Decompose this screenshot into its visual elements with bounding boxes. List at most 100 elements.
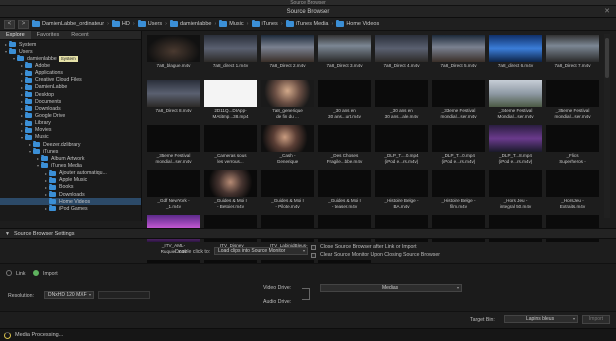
double-click-dropdown[interactable]: Load clips into Source Monitor ▾	[214, 247, 308, 255]
tree-item[interactable]: ▸ Adobe	[0, 62, 141, 69]
scrollbar-thumb[interactable]	[605, 38, 609, 78]
clip-thumbnail[interactable]	[204, 125, 257, 152]
breadcrumb-item[interactable]: HD	[122, 21, 130, 27]
clip-thumbnail[interactable]	[318, 170, 371, 197]
link-radio[interactable]	[6, 270, 12, 276]
clip-thumbnail[interactable]	[261, 35, 314, 62]
tree-item[interactable]: ▸ Ajouter automatiqu...	[0, 169, 141, 177]
media-clip-tile[interactable]: _Des Choses Fragile...bbe.m4v	[316, 124, 373, 169]
media-clip-tile[interactable]: _33eme Festival mondial...ser.m4v	[430, 79, 487, 124]
clip-thumbnail[interactable]	[204, 80, 257, 107]
tree-item[interactable]: ▸ Apple Music	[0, 176, 141, 184]
media-clip-tile[interactable]: _Gdf NewYork - _1.m4v	[145, 169, 202, 214]
target-bin-dropdown[interactable]: Lapins bleus ▾	[504, 315, 578, 323]
clip-thumbnail[interactable]	[375, 125, 428, 152]
media-clip-tile[interactable]: _DLP_T...0.mp4 (iPod e...rs.m4v)	[430, 124, 487, 169]
video-drive-dropdown[interactable]: Medias ▾	[320, 284, 462, 292]
media-clip-tile[interactable]: _Hors Jeu - integral 50.m4v	[487, 169, 544, 214]
clip-thumbnail[interactable]	[432, 80, 485, 107]
clip-thumbnail[interactable]	[375, 80, 428, 107]
media-clip-tile[interactable]: _Cameras sous les verrous...	[202, 124, 259, 169]
clip-thumbnail[interactable]	[147, 80, 200, 107]
clip-thumbnail[interactable]	[318, 125, 371, 152]
tree-item[interactable]: ▸ Downloads	[0, 191, 141, 198]
clip-thumbnail[interactable]	[489, 80, 542, 107]
tree-item[interactable]: ▸ Deezer.dzlibrary	[0, 141, 141, 148]
settings-header[interactable]: ▼ Source Browser Settings	[0, 228, 616, 239]
breadcrumb-item[interactable]: DamienLabbe_ordinateur	[42, 21, 104, 27]
tree-item[interactable]: ▸ Library	[0, 119, 141, 127]
close-after-link-checkbox[interactable]	[311, 245, 316, 250]
media-clip-tile[interactable]: _Flics Superheros -	[544, 124, 601, 169]
clear-monitor-checkbox[interactable]	[311, 253, 316, 258]
tree-item[interactable]: ▸ Documents	[0, 98, 141, 105]
clip-thumbnail[interactable]	[261, 125, 314, 152]
tab-favorites[interactable]: Favorites	[31, 31, 66, 39]
tree-item[interactable]: ▸ iPod Games	[0, 205, 141, 212]
tree-item[interactable]: ▸ DamienLabbe	[0, 83, 141, 91]
clip-thumbnail[interactable]	[318, 80, 371, 107]
media-clip-tile[interactable]: _Guides & Moi I - teaser.m4v	[316, 169, 373, 214]
media-clip-tile[interactable]: _DLP_T...8.mp4 (iPod e...rs.m4v)	[487, 124, 544, 169]
close-icon[interactable]: ✕	[604, 8, 610, 16]
media-clip-tile[interactable]: _30 ans en 30 ans...urt.m4v	[316, 79, 373, 124]
resolution-dropdown[interactable]: DNxHD 120 MXF ▾	[44, 291, 94, 299]
clip-thumbnail[interactable]	[489, 170, 542, 197]
breadcrumb-item[interactable]: Users	[148, 21, 162, 27]
media-clip-tile[interactable]: 7a8_Direct 5.m4v	[430, 34, 487, 79]
clip-thumbnail[interactable]	[489, 125, 542, 152]
clip-thumbnail[interactable]	[375, 35, 428, 62]
tree-item[interactable]: ▾ damienlabbe System	[0, 55, 141, 62]
media-clip-tile[interactable]: 7a8_direct 1.m4v	[202, 34, 259, 79]
breadcrumb-item[interactable]: iTunes Media	[296, 21, 329, 27]
tree-item[interactable]: Home Videos	[0, 198, 141, 206]
clip-thumbnail[interactable]	[432, 170, 485, 197]
tree-item[interactable]: ▸ Applications	[0, 69, 141, 77]
clip-thumbnail[interactable]	[318, 35, 371, 62]
forward-button[interactable]: >	[18, 19, 29, 29]
media-clip-tile[interactable]: _HorsJeu - Extraits.m4v	[544, 169, 601, 214]
media-clip-tile[interactable]: _Histoire Belge - film.m4v	[430, 169, 487, 214]
media-clip-tile[interactable]: 7a8_Direct 8.m4v	[145, 79, 202, 124]
clip-thumbnail[interactable]	[204, 35, 257, 62]
media-clip-tile[interactable]: _35eme Festival mondial...ser.m4v	[145, 124, 202, 169]
media-clip-tile[interactable]: _Guides & Moi I - Pilote.m4v	[259, 169, 316, 214]
media-clip-tile[interactable]: _34eme Festival Mondial...ser.m4v	[487, 79, 544, 124]
clip-thumbnail[interactable]	[546, 125, 599, 152]
media-clip-tile[interactable]: 7a8_Direct 4.m4v	[373, 34, 430, 79]
media-clip-tile[interactable]: 7a8_Direct 2.m4v	[259, 34, 316, 79]
media-clip-tile[interactable]: 7a8_direct 6.m4v	[487, 34, 544, 79]
import-radio[interactable]	[33, 270, 39, 276]
tree-item[interactable]: ▸ Desktop	[0, 91, 141, 98]
media-clip-tile[interactable]: 7a8_Direct 7.m4v	[544, 34, 601, 79]
tree-item[interactable]: ▸ Creative Cloud Files	[0, 76, 141, 84]
tree-item[interactable]: ▾ Music	[0, 133, 141, 141]
tab-explore[interactable]: Explore	[0, 31, 31, 39]
clip-thumbnail[interactable]	[204, 170, 257, 197]
breadcrumb-item[interactable]: damienlabbe	[180, 21, 212, 27]
media-clip-tile[interactable]: _30 ans en 30 ans...ale.m4v	[373, 79, 430, 124]
clip-thumbnail[interactable]	[147, 125, 200, 152]
tree-item[interactable]: ▸ Downloads	[0, 105, 141, 112]
tree-item[interactable]: ▾ Users	[0, 48, 141, 55]
tab-recent[interactable]: Recent	[65, 31, 94, 39]
resolution-extra-field[interactable]	[98, 291, 150, 299]
clip-thumbnail[interactable]	[261, 170, 314, 197]
back-button[interactable]: <	[4, 19, 15, 29]
media-clip-tile[interactable]: _DLP_T....0.mp4 (iPod e...rs.m4v)	[373, 124, 430, 169]
media-clip-tile[interactable]: _Histoire Belge - BA.m4v	[373, 169, 430, 214]
media-clip-tile[interactable]: _Guides & Moi I - Betoier.m4v	[202, 169, 259, 214]
tree-item[interactable]: ▾ iTunes	[0, 148, 141, 155]
breadcrumb-item[interactable]: Home Videos	[346, 21, 379, 27]
clip-thumbnail[interactable]	[147, 35, 200, 62]
media-clip-tile[interactable]: 7a8_Direct 3.m4v	[316, 34, 373, 79]
tree-item[interactable]: ▸ Movies	[0, 126, 141, 134]
import-button[interactable]: Import	[582, 315, 610, 324]
clip-thumbnail[interactable]	[489, 35, 542, 62]
media-clip-tile[interactable]: 7a8_blague.m4v	[145, 34, 202, 79]
clip-thumbnail[interactable]	[375, 170, 428, 197]
breadcrumb-item[interactable]: iTunes	[262, 21, 278, 27]
media-clip-tile[interactable]: _35eme Festival mondial...ser.m4v	[544, 79, 601, 124]
media-clip-tile[interactable]: 2D11Q...DIApp- MAtitmp...38.mp4	[202, 79, 259, 124]
breadcrumb-item[interactable]: Music	[229, 21, 243, 27]
